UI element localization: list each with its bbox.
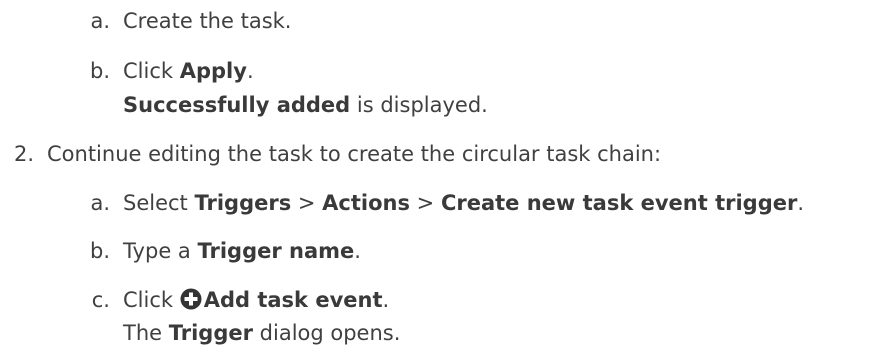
apply-label: Apply (179, 59, 247, 83)
step-1b-text: Click Apply. (123, 58, 254, 84)
step-marker-a: a. (90, 191, 110, 215)
step-2c-text: Click Add task event. (123, 287, 389, 313)
separator: > (410, 191, 441, 215)
step-1a-text: Create the task. (123, 9, 292, 33)
step-2b-post: . (354, 239, 361, 263)
trigger-name-label: Trigger name (197, 239, 355, 263)
step-marker-b: b. (89, 59, 110, 83)
step-2b-text: Type a Trigger name. (123, 238, 361, 264)
plus-circle-icon (180, 288, 202, 310)
add-task-event-label: Add task event (203, 288, 383, 312)
trigger-label: Trigger (168, 321, 253, 345)
successfully-added-label: Successfully added (123, 93, 351, 117)
step-marker-b: b. (89, 239, 110, 263)
step-2c-pre: Click (123, 288, 180, 312)
create-trigger-label: Create new task event trigger (440, 191, 798, 215)
triggers-label: Triggers (194, 191, 292, 215)
separator: > (291, 191, 323, 215)
step-marker-2: 2. (13, 142, 34, 166)
step-2a-post: . (797, 191, 805, 215)
step-2c-result-post: dialog opens. (252, 321, 401, 345)
step-2c-result: The Trigger dialog opens. (123, 320, 400, 346)
step-2b-pre: Type a (123, 239, 198, 263)
step-2c-result-pre: The (123, 321, 169, 345)
step-marker-a: a. (90, 9, 110, 33)
step-1b-pre: Click (123, 59, 180, 83)
step-1b-result: Successfully added is displayed. (123, 92, 488, 118)
step-2c-post: . (382, 288, 390, 312)
step-2a-pre: Select (123, 191, 195, 215)
step-2a-text: Select Triggers > Actions > Create new t… (123, 190, 804, 216)
step-1b-post: . (246, 59, 254, 83)
step-2-text: Continue editing the task to create the … (47, 142, 662, 166)
step-1b-result-post: is displayed. (350, 93, 488, 117)
actions-label: Actions (322, 191, 410, 215)
step-marker-c: c. (91, 288, 110, 312)
